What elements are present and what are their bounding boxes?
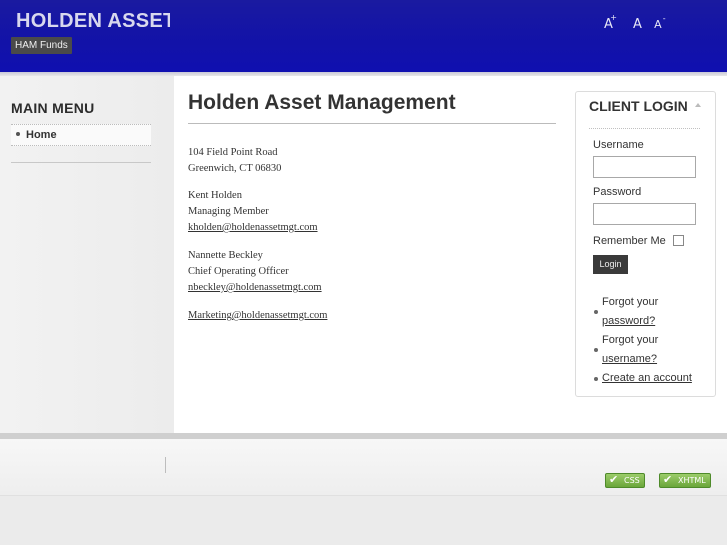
contact-block: Kent Holden Managing Member kholden@hold… — [188, 188, 318, 236]
create-account-link[interactable]: Create an account — [602, 369, 704, 388]
address-block: 104 Field Point Road Greenwich, CT 06830 — [188, 145, 281, 177]
contact-role: Chief Operating Officer — [188, 266, 289, 277]
marketing-block: Marketing@holdenassetmgt.com — [188, 308, 327, 324]
remember-me-label: Remember Me — [593, 235, 666, 247]
site-header: HOLDEN ASSET HAM Funds A + A A- — [0, 0, 727, 72]
xhtml-valid-badge[interactable]: ✔ XHTML — [659, 473, 711, 488]
contact-email-link[interactable]: kholden@holdenassetmgt.com — [188, 222, 318, 233]
password-label: Password — [593, 186, 642, 198]
menu-item-label: Home — [26, 129, 57, 141]
address-line: 104 Field Point Road — [188, 147, 278, 158]
contact-block: Nannette Beckley Chief Operating Officer… — [188, 248, 322, 296]
username-label: Username — [593, 139, 644, 151]
bullet-icon — [16, 132, 20, 137]
font-size-tools: A + A A- — [604, 13, 678, 32]
page-title: Holden Asset Management — [188, 91, 456, 114]
username-input[interactable] — [593, 156, 696, 178]
list-item: Forgot your username? — [594, 331, 704, 369]
remember-me-checkbox[interactable] — [673, 235, 684, 246]
title-divider — [188, 123, 556, 124]
password-input[interactable] — [593, 203, 696, 225]
font-decrease-button[interactable]: A- — [654, 14, 670, 31]
checkmark-icon: ✔ — [663, 473, 673, 486]
forgot-password-link[interactable]: Forgot your password? — [602, 293, 704, 331]
checkmark-icon: ✔ — [609, 473, 619, 486]
marketing-email-link[interactable]: Marketing@holdenassetmgt.com — [188, 310, 327, 321]
collapse-icon[interactable] — [695, 103, 701, 107]
menu-item-home[interactable]: Home — [11, 124, 151, 146]
login-button[interactable]: Login — [593, 255, 628, 274]
font-increase-button[interactable]: A + — [604, 13, 621, 32]
address-line: Greenwich, CT 06830 — [188, 163, 282, 174]
list-item: Create an account — [594, 369, 704, 388]
bullet-icon — [594, 348, 598, 352]
page-bottom — [0, 495, 727, 545]
contact-role: Managing Member — [188, 206, 269, 217]
bullet-icon — [594, 377, 598, 381]
site-tagline: HAM Funds — [11, 37, 72, 54]
list-item: Forgot your password? — [594, 293, 704, 331]
contact-email-link[interactable]: nbeckley@holdenassetmgt.com — [188, 282, 322, 293]
main-menu-title: MAIN MENU — [11, 100, 95, 116]
footer-separator — [165, 457, 166, 473]
contact-name: Nannette Beckley — [188, 250, 263, 261]
forgot-username-link[interactable]: Forgot your username? — [602, 331, 704, 369]
login-title-divider — [589, 128, 700, 129]
contact-name: Kent Holden — [188, 190, 242, 201]
css-valid-badge[interactable]: ✔ CSS — [605, 473, 645, 488]
site-title[interactable]: HOLDEN ASSET — [16, 10, 170, 33]
font-reset-button[interactable]: A — [633, 17, 642, 32]
menu-divider — [11, 162, 151, 163]
bullet-icon — [594, 310, 598, 314]
client-login-title: CLIENT LOGIN — [589, 98, 688, 114]
